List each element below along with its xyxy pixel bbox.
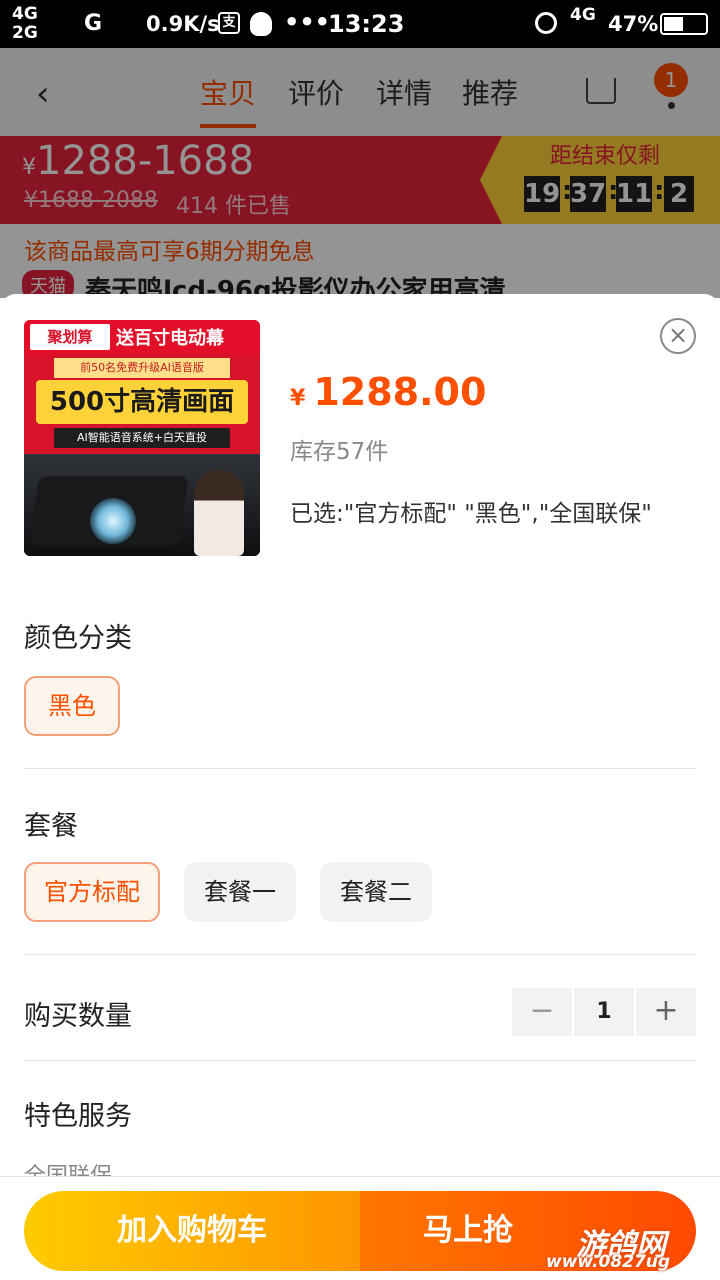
thumbnail-headline: 500寸高清画面 (36, 380, 248, 424)
projector-lens (90, 498, 136, 544)
alipay-icon: 支 (218, 12, 240, 34)
quantity-stepper: − 1 + (512, 988, 696, 1036)
clock: 13:23 (328, 10, 405, 38)
site-watermark: 游鸽网 www.0827ug (546, 1220, 716, 1272)
network-indicator: 4G 2G (12, 4, 38, 43)
close-icon[interactable]: × (660, 318, 696, 354)
thumbnail-gift-text: 送百寸电动幕 (116, 328, 224, 349)
color-option-black[interactable]: 黑色 (24, 676, 120, 736)
sku-sheet: 聚划算 送百寸电动幕 前50名免费升级AI语音版 500寸高清画面 AI智能语音… (0, 294, 720, 1280)
divider (24, 954, 696, 955)
add-to-cart-button[interactable]: 加入购物车 (24, 1191, 360, 1271)
thumbnail-subtitle: 前50名免费升级AI语音版 (54, 358, 230, 378)
quantity-input[interactable]: 1 (574, 988, 634, 1036)
product-thumbnail: 聚划算 送百寸电动幕 前50名免费升级AI语音版 500寸高清画面 AI智能语音… (24, 320, 260, 556)
modal-overlay[interactable] (0, 48, 720, 298)
qq-icon (250, 12, 272, 36)
battery-icon (660, 13, 708, 35)
juhuasuan-logo: 聚划算 (30, 324, 110, 350)
package-section-label: 套餐 (24, 811, 78, 842)
package-option-standard[interactable]: 官方标配 (24, 862, 160, 922)
watermark-url: www.0827ug (546, 1252, 671, 1272)
divider (24, 768, 696, 769)
battery-percent: 47% (608, 12, 659, 36)
decrease-button[interactable]: − (512, 988, 572, 1036)
alarm-icon (535, 12, 557, 34)
model-figure (194, 470, 244, 556)
signal-icon: G (84, 11, 103, 36)
currency-symbol: ¥ (290, 386, 306, 411)
price-value: 1288.00 (313, 370, 487, 414)
package-option-one[interactable]: 套餐一 (184, 862, 296, 922)
buy-now-label: 马上抢 (423, 1213, 513, 1248)
stock-count: 库存57件 (290, 439, 389, 465)
battery-level (664, 17, 683, 31)
color-section-label: 颜色分类 (24, 623, 132, 654)
more-notifications-icon: ••• (284, 8, 331, 36)
services-section-label: 特色服务 (24, 1101, 132, 1132)
increase-button[interactable]: + (636, 988, 696, 1036)
sku-price: ¥1288.00 (290, 370, 486, 414)
status-bar: 4G 2G G 0.9K/s 支 ••• 13:23 4G 47% (0, 0, 720, 48)
selected-summary: 已选:"官方标配" "黑色","全国联保" (290, 501, 652, 527)
package-option-two[interactable]: 套餐二 (320, 862, 432, 922)
mobile-data-icon: 4G (570, 5, 596, 25)
divider (24, 1060, 696, 1061)
network-speed: 0.9K/s (146, 12, 220, 36)
quantity-label: 购买数量 (24, 1001, 132, 1032)
thumbnail-ai-line: AI智能语音系统+白天直投 (54, 428, 230, 448)
